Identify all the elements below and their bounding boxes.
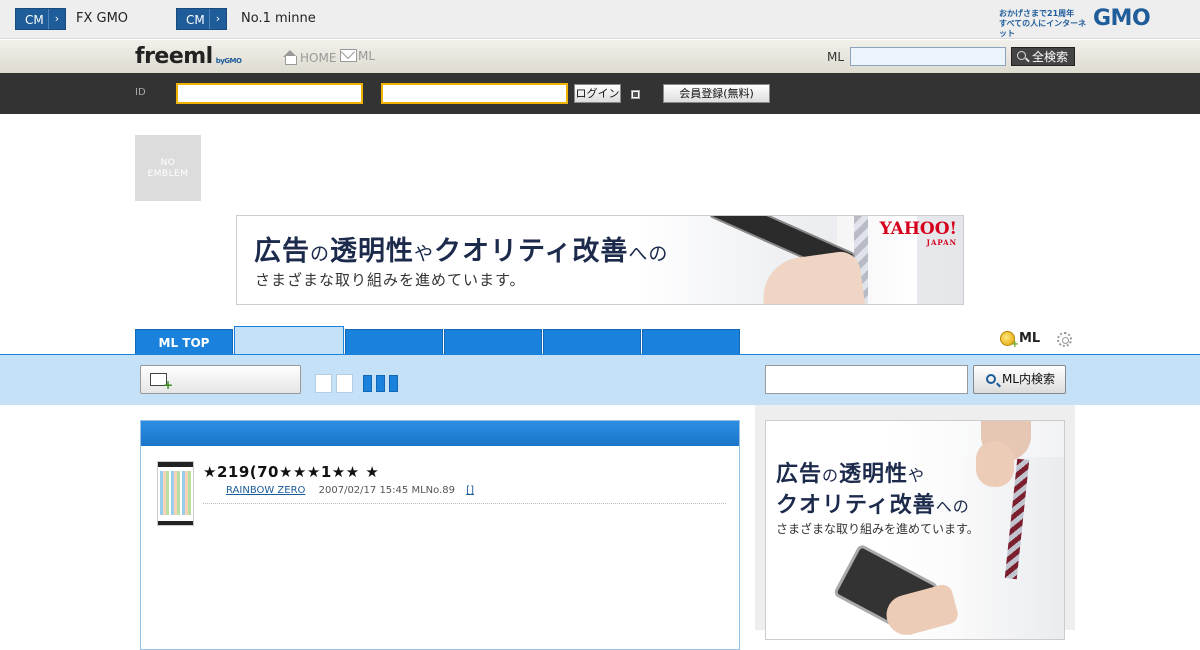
view-toggle-3[interactable] — [363, 375, 372, 392]
chevron-right-icon: › — [209, 9, 226, 29]
side-ad-part: の — [822, 466, 840, 485]
cm-badge-label: CM — [25, 13, 44, 27]
ml-emblem: NO EMBLEM — [135, 135, 201, 201]
gmo-tagline-line2: すべての人にインターネット — [999, 19, 1087, 38]
side-ad-hand-graphic — [976, 441, 1014, 487]
post-title[interactable]: ★219(70★★★1★★ ★ — [203, 463, 379, 481]
cm-badge-minne[interactable]: CM › — [176, 8, 227, 30]
gmo-logo[interactable]: GMO — [1093, 6, 1151, 31]
tab-ml-top[interactable]: ML TOP — [135, 329, 233, 355]
side-ad-headline-2: クオリティ改善への — [776, 487, 970, 519]
ad-subline: さまざまな取り組みを進めています。 — [255, 271, 526, 289]
ml-link-label: ML — [358, 49, 376, 63]
cm-badge-label: CM — [186, 13, 205, 27]
cm-text-minne[interactable]: No.1 minne — [241, 11, 316, 26]
freeml-logo-by: byGMO — [215, 57, 242, 65]
mail-icon — [340, 49, 357, 62]
ml-inner-search-input[interactable] — [765, 365, 968, 394]
freeml-logo[interactable]: freeml byGMO — [135, 44, 242, 69]
freeml-header: freeml byGMO HOME ML ML 全検索 — [0, 40, 1200, 73]
home-link-label: HOME — [300, 51, 337, 65]
side-ad-subline: さまざまな取り組みを進めています。 — [776, 522, 979, 536]
ad-headline-part: や — [414, 243, 435, 265]
emblem-line1: NO — [160, 158, 176, 168]
ml-toolbar: ML内検索 — [0, 355, 1200, 405]
view-toggle-1[interactable] — [315, 374, 332, 393]
post-ml-number: MLNo.89 — [411, 485, 455, 496]
post-author-link[interactable]: RAINBOW ZERO — [226, 485, 305, 496]
id-label: ID — [135, 87, 146, 98]
thumb-content — [160, 471, 191, 515]
ad-headline-part: クオリティ改善 — [434, 236, 629, 267]
ad-headline: 広告の透明性やクオリティ改善への — [254, 229, 668, 268]
ml-inner-search-label: ML内検索 — [1001, 372, 1055, 386]
panel-header — [141, 421, 739, 446]
id-input[interactable] — [176, 83, 363, 104]
tab-3[interactable] — [345, 329, 443, 355]
side-ad-part: クオリティ改善 — [776, 493, 936, 518]
ad-headline-part: 透明性 — [330, 236, 415, 267]
gmo-tagline-line1: おかげさまで21周年 — [999, 9, 1075, 18]
password-input[interactable] — [381, 83, 568, 104]
ml-create-button[interactable]: ML — [1000, 331, 1041, 350]
post-reply-link[interactable]: [] — [466, 485, 474, 496]
register-button[interactable]: 会員登録(無料) — [663, 84, 770, 103]
side-ad-banner[interactable]: 広告の透明性や クオリティ改善への さまざまな取り組みを進めています。 — [765, 420, 1065, 640]
login-button[interactable]: ログイン — [574, 84, 621, 103]
side-ad-headline-1: 広告の透明性や — [776, 456, 925, 488]
tab-4[interactable] — [444, 329, 542, 355]
tab-5[interactable] — [543, 329, 641, 355]
remember-checkbox[interactable] — [631, 90, 640, 99]
all-search-button-label: 全検索 — [1031, 50, 1068, 64]
emblem-line2: EMBLEM — [147, 169, 189, 179]
post-thumbnail[interactable] — [157, 461, 194, 526]
new-post-button[interactable] — [140, 365, 301, 394]
ad-headline-part: 広告 — [254, 236, 310, 267]
thumb-bar-bottom — [158, 521, 193, 525]
side-ad-part: への — [935, 497, 970, 516]
chevron-right-icon: › — [48, 9, 65, 29]
cm-badge-fx[interactable]: CM › — [15, 8, 66, 30]
ad-headline-part: への — [628, 243, 669, 265]
side-ad-part: や — [908, 466, 926, 485]
ml-inner-search-button[interactable]: ML内検索 — [973, 365, 1066, 394]
tab-active[interactable] — [234, 326, 344, 355]
cm-text-fx[interactable]: FX GMO — [76, 11, 128, 26]
ml-create-label: ML — [1019, 331, 1041, 346]
side-ad-part: 広告 — [776, 462, 823, 487]
side-ad-part: 透明性 — [839, 462, 909, 487]
yahoo-logo: YAHOO! JAPAN — [880, 221, 957, 250]
view-toggle-5[interactable] — [389, 375, 398, 392]
login-bar: ID ログイン 会員登録(無料) — [0, 73, 1200, 114]
thumb-bar-top — [158, 462, 193, 467]
ml-link[interactable]: ML — [340, 49, 375, 63]
post-divider — [203, 503, 726, 504]
post-meta: RAINBOW ZERO 2007/02/17 15:45 MLNo.89 [] — [226, 485, 474, 496]
post-list-panel: ★219(70★★★1★★ ★ RAINBOW ZERO 2007/02/17 … — [140, 420, 740, 650]
ad-hand-graphic — [758, 249, 866, 304]
all-search-button[interactable]: 全検索 — [1011, 47, 1075, 66]
home-link[interactable]: HOME — [282, 49, 336, 65]
gmo-top-bar: CM › FX GMO CM › No.1 minne おかげさまで21周年 す… — [0, 0, 1200, 39]
gmo-tagline: おかげさまで21周年 すべての人にインターネット — [999, 9, 1091, 39]
freeml-logo-text: freeml — [135, 44, 213, 69]
post-date: 2007/02/17 15:45 — [318, 485, 409, 496]
add-ml-icon — [1000, 331, 1019, 350]
search-icon — [1017, 51, 1026, 60]
ml-search-input[interactable] — [850, 47, 1006, 66]
ml-search-label: ML — [827, 50, 845, 64]
view-toggle-4[interactable] — [376, 375, 385, 392]
home-icon — [282, 49, 298, 65]
ad-headline-part: の — [310, 243, 331, 265]
view-toggle-2[interactable] — [336, 374, 353, 393]
tab-6[interactable] — [642, 329, 740, 355]
gear-icon[interactable] — [1057, 332, 1072, 347]
ad-banner[interactable]: 広告の透明性やクオリティ改善への さまざまな取り組みを進めています。 YAHOO… — [236, 215, 964, 305]
search-icon — [986, 374, 996, 384]
compose-icon — [150, 373, 173, 392]
